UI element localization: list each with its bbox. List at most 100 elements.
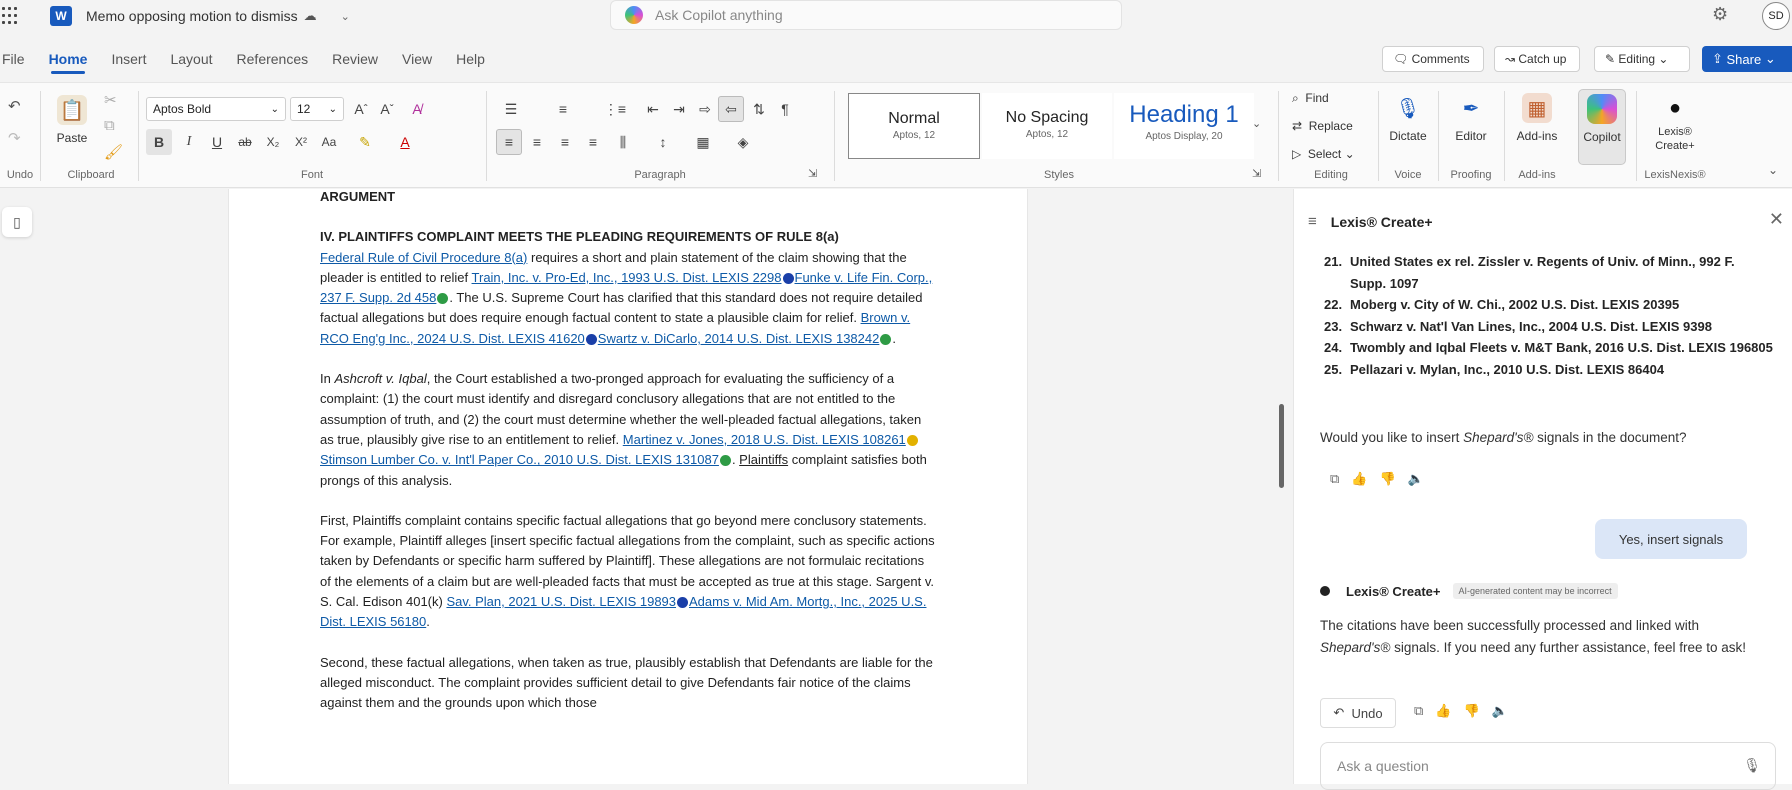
copilot-button[interactable]: Copilot bbox=[1578, 89, 1626, 165]
copilot-search-input[interactable]: Ask Copilot anything bbox=[610, 0, 1122, 30]
tab-home[interactable]: Home bbox=[37, 40, 100, 78]
lexis-create-button[interactable]: ● Lexis® Create+ bbox=[1638, 93, 1712, 153]
tab-layout[interactable]: Layout bbox=[158, 40, 224, 78]
tab-help[interactable]: Help bbox=[444, 40, 497, 78]
rtl-icon[interactable]: ⇦ bbox=[718, 96, 744, 122]
menu-icon[interactable]: ≡ bbox=[1308, 213, 1317, 230]
style-heading-1[interactable]: Heading 1 Aptos Display, 20 bbox=[1114, 93, 1254, 159]
pilcrow-icon[interactable]: ¶ bbox=[772, 96, 798, 122]
editing-mode-button[interactable]: ✎ Editing ⌄ bbox=[1594, 46, 1690, 72]
paste-button[interactable]: 📋 Paste bbox=[48, 95, 96, 145]
shepards-signal-icon[interactable] bbox=[585, 333, 597, 345]
align-right-icon[interactable]: ≡ bbox=[552, 129, 578, 155]
tab-references[interactable]: References bbox=[225, 40, 321, 78]
app-launcher-icon[interactable] bbox=[2, 7, 20, 25]
share-button[interactable]: ⇪ Share ⌄ bbox=[1702, 46, 1792, 72]
editor-button[interactable]: ✒ Editor bbox=[1440, 93, 1502, 144]
shepards-signal-icon[interactable] bbox=[906, 435, 918, 447]
redo-icon[interactable]: ↷ bbox=[8, 129, 21, 147]
thumbs-down-icon[interactable]: 👎 bbox=[1379, 471, 1395, 487]
dictate-button[interactable]: 🎙 Dictate bbox=[1380, 93, 1436, 144]
copy-icon[interactable]: ⧉ bbox=[1330, 471, 1339, 487]
shading-icon[interactable]: ◈ bbox=[730, 129, 756, 155]
citation-link[interactable]: Martinez v. Jones, 2018 U.S. Dist. LEXIS… bbox=[623, 432, 906, 447]
navigation-pane-icon[interactable]: ▯ bbox=[2, 207, 32, 237]
shepards-signal-icon[interactable] bbox=[782, 272, 794, 284]
undo-icon[interactable]: ↶ bbox=[8, 97, 21, 115]
gear-icon[interactable]: ⚙ bbox=[1712, 4, 1728, 25]
avatar[interactable]: SD bbox=[1762, 2, 1790, 30]
shepards-signal-icon[interactable] bbox=[719, 455, 731, 467]
thumbs-up-icon[interactable]: 👍 bbox=[1351, 471, 1367, 487]
tab-insert[interactable]: Insert bbox=[99, 40, 158, 78]
citation-link[interactable]: Sav. Plan, 2021 U.S. Dist. LEXIS 19893 bbox=[446, 594, 676, 609]
speaker-icon[interactable]: 🔈 bbox=[1492, 703, 1508, 719]
highlight-icon[interactable]: ✎ bbox=[352, 129, 378, 155]
line-spacing-icon[interactable]: ↕ bbox=[650, 129, 676, 155]
shepards-signal-icon[interactable] bbox=[437, 293, 449, 305]
undo-button[interactable]: ↶ Undo bbox=[1320, 698, 1396, 728]
tab-file[interactable]: File bbox=[0, 40, 37, 78]
tab-review[interactable]: Review bbox=[320, 40, 390, 78]
columns-icon[interactable]: ⫼ bbox=[610, 129, 636, 155]
ltr-icon[interactable]: ⇨ bbox=[692, 96, 718, 122]
align-center-icon[interactable]: ≡ bbox=[524, 129, 550, 155]
thumbs-down-icon[interactable]: 👎 bbox=[1463, 703, 1479, 719]
font-name-select[interactable]: Aptos Bold ⌄ bbox=[146, 97, 286, 121]
add-ins-button[interactable]: ▦ Add-ins bbox=[1506, 93, 1568, 143]
citation-link[interactable]: Swartz v. DiCarlo, 2014 U.S. Dist. LEXIS… bbox=[598, 331, 880, 346]
shrink-font-icon[interactable]: Aˇ bbox=[374, 96, 400, 122]
dialog-launcher-icon[interactable]: ⇲ bbox=[1252, 167, 1261, 180]
bullets-icon[interactable]: ☰ bbox=[498, 96, 524, 122]
format-painter-icon[interactable]: 🖌 bbox=[104, 143, 123, 161]
close-icon[interactable]: ✕ bbox=[1769, 209, 1784, 230]
underline-icon[interactable]: U bbox=[204, 129, 230, 155]
style-no-spacing[interactable]: No Spacing Aptos, 12 bbox=[982, 93, 1112, 159]
document-body[interactable]: ARGUMENT IV. PLAINTIFFS COMPLAINT MEETS … bbox=[320, 187, 936, 734]
speaker-icon[interactable]: 🔈 bbox=[1408, 471, 1424, 487]
ask-question-input[interactable]: Ask a question 🎙 bbox=[1320, 742, 1776, 790]
clear-formatting-icon[interactable]: A̸ bbox=[404, 96, 430, 122]
dialog-launcher-icon[interactable]: ⇲ bbox=[808, 167, 817, 180]
catch-up-button[interactable]: ↝ Catch up bbox=[1494, 46, 1580, 72]
cut-icon[interactable]: ✂ bbox=[104, 91, 117, 109]
chevron-down-icon[interactable]: ⌄ bbox=[1252, 117, 1261, 130]
microphone-icon[interactable]: 🎙 bbox=[1743, 757, 1761, 774]
document-title[interactable]: Memo opposing motion to dismiss bbox=[86, 8, 298, 24]
citation-link[interactable]: Federal Rule of Civil Procedure 8(a) bbox=[320, 250, 527, 265]
divider bbox=[1504, 91, 1505, 181]
shepards-signal-icon[interactable] bbox=[880, 333, 892, 345]
sort-icon[interactable]: ⇅ bbox=[746, 96, 772, 122]
superscript-icon[interactable]: X² bbox=[288, 129, 314, 155]
citation-link[interactable]: Stimson Lumber Co. v. Int'l Paper Co., 2… bbox=[320, 452, 719, 467]
citation-link[interactable]: Train, Inc. v. Pro-Ed, Inc., 1993 U.S. D… bbox=[472, 270, 782, 285]
find-button[interactable]: ⌕ Find bbox=[1292, 91, 1329, 106]
align-left-icon[interactable]: ≡ bbox=[496, 129, 522, 155]
font-size-select[interactable]: 12 ⌄ bbox=[290, 97, 344, 121]
select-button[interactable]: ▷ Select ⌄ bbox=[1292, 147, 1355, 161]
collapse-ribbon-icon[interactable]: ⌄ bbox=[1768, 163, 1778, 177]
grow-font-icon[interactable]: Aˆ bbox=[348, 96, 374, 122]
comments-button[interactable]: 🗨 Comments bbox=[1382, 46, 1484, 72]
multilevel-list-icon[interactable]: ⋮≡ bbox=[602, 96, 628, 122]
bold-icon[interactable]: B bbox=[146, 129, 172, 155]
borders-icon[interactable]: ▦ bbox=[690, 129, 716, 155]
font-color-icon[interactable]: A bbox=[392, 129, 418, 155]
justify-icon[interactable]: ≡ bbox=[580, 129, 606, 155]
decrease-indent-icon[interactable]: ⇤ bbox=[640, 96, 666, 122]
subscript-icon[interactable]: X₂ bbox=[260, 129, 286, 155]
chevron-down-icon[interactable]: ⌄ bbox=[341, 10, 350, 23]
numbering-icon[interactable]: ≡ bbox=[550, 96, 576, 122]
increase-indent-icon[interactable]: ⇥ bbox=[666, 96, 692, 122]
shepards-signal-icon[interactable] bbox=[677, 597, 689, 609]
change-case-icon[interactable]: Aa bbox=[316, 129, 342, 155]
document-scrollbar[interactable] bbox=[1279, 404, 1284, 488]
tab-view[interactable]: View bbox=[390, 40, 444, 78]
thumbs-up-icon[interactable]: 👍 bbox=[1435, 703, 1451, 719]
style-normal[interactable]: Normal Aptos, 12 bbox=[848, 93, 980, 159]
copy-icon[interactable]: ⧉ bbox=[1414, 703, 1423, 719]
italic-icon[interactable]: I bbox=[176, 129, 202, 155]
strikethrough-icon[interactable]: ab bbox=[232, 129, 258, 155]
replace-button[interactable]: ⇄ Replace bbox=[1292, 119, 1353, 133]
copy-icon[interactable]: ⧉ bbox=[104, 117, 115, 134]
